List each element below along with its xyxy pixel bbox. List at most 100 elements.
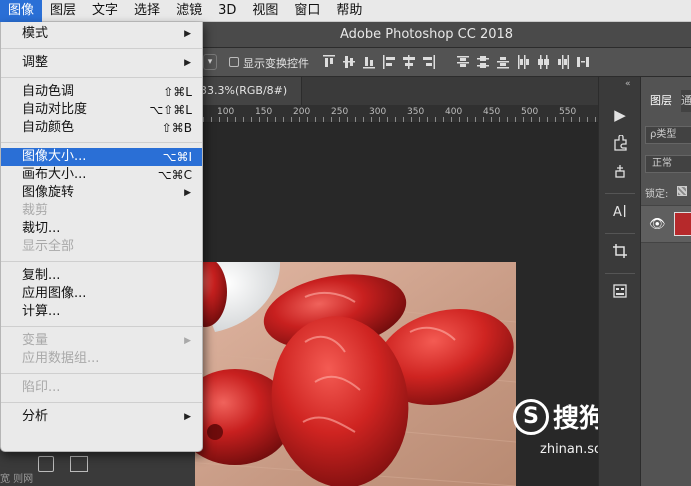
- character-icon[interactable]: A: [607, 199, 633, 223]
- menu-item-image-size[interactable]: 图像大小... ⌥⌘I: [1, 148, 202, 166]
- menu-item-label: 图像大小...: [22, 149, 87, 164]
- document-tab[interactable]: 33.3%(RGB/8#): [195, 77, 302, 105]
- menu-item-crop: 裁剪: [1, 202, 202, 220]
- menu-item-canvas-size[interactable]: 画布大小... ⌥⌘C: [1, 166, 202, 184]
- submenu-arrow-icon: ▶: [184, 336, 191, 346]
- menu-item-trim[interactable]: 裁切...: [1, 220, 202, 238]
- distribute-vcenter-icon[interactable]: [476, 54, 490, 70]
- align-bottom-icon[interactable]: [362, 54, 376, 70]
- horizontal-ruler: 100 150 200 250 300 350 400 450 500 550: [195, 105, 598, 123]
- distribute-top-icon[interactable]: [456, 54, 470, 70]
- crop-icon[interactable]: [607, 239, 633, 263]
- menu-separator: [1, 142, 202, 143]
- ruler-label: 300: [369, 107, 387, 117]
- tab-channels[interactable]: 通: [681, 90, 691, 112]
- menu-item-label: 自动对比度: [22, 102, 88, 117]
- menu-item-apply-image[interactable]: 应用图像...: [1, 285, 202, 303]
- align-right-icon[interactable]: [422, 54, 436, 70]
- menu-separator: [1, 402, 202, 403]
- menu-shortcut: ⌥⇧⌘L: [149, 103, 192, 117]
- menu-separator: [1, 326, 202, 327]
- collapse-panels-icon[interactable]: «: [625, 79, 631, 89]
- menu-item-calculations[interactable]: 计算...: [1, 303, 202, 321]
- clone-source-icon[interactable]: [607, 159, 633, 183]
- align-top-icon[interactable]: [322, 54, 336, 70]
- tab-layers[interactable]: 图层: [641, 90, 681, 112]
- align-vcenter-icon[interactable]: [342, 54, 356, 70]
- menu-item-label: 陷印...: [22, 380, 61, 395]
- menu-separator: [1, 373, 202, 374]
- menu-shortcut: ⌥⌘I: [162, 150, 192, 164]
- svg-text:A: A: [613, 205, 622, 219]
- menu-item-label: 裁剪: [22, 203, 49, 218]
- ruler-label: 100: [217, 107, 235, 117]
- mac-menubar: 图像 图层 文字 选择 滤镜 3D 视图 窗口 帮助: [0, 0, 691, 22]
- menu-item-analysis[interactable]: 分析 ▶: [1, 408, 202, 426]
- blend-mode-select[interactable]: 正常: [645, 155, 691, 173]
- document-tab-label: 33.3%(RGB/8#): [200, 84, 288, 97]
- align-hcenter-icon[interactable]: [402, 54, 416, 70]
- menu-item-variables: 变量 ▶: [1, 332, 202, 350]
- distribute-hcenter-icon[interactable]: [536, 54, 550, 70]
- distribute-left-icon[interactable]: [516, 54, 530, 70]
- submenu-arrow-icon: ▶: [184, 58, 191, 68]
- layer-row[interactable]: 👁: [641, 205, 691, 243]
- properties-icon[interactable]: [607, 279, 633, 303]
- quick-mask-icon[interactable]: [38, 456, 54, 472]
- menu-shortcut: ⇧⌘L: [163, 85, 192, 99]
- ruler-label: 150: [255, 107, 273, 117]
- distribute-right-icon[interactable]: [556, 54, 570, 70]
- show-transform-controls-label: 显示变换控件: [243, 57, 309, 70]
- play-icon[interactable]: ▶: [607, 103, 633, 127]
- menubar-item-select[interactable]: 选择: [126, 0, 168, 22]
- menubar-item-view[interactable]: 视图: [244, 0, 286, 22]
- menu-separator: [1, 77, 202, 78]
- menubar-item-3d[interactable]: 3D: [210, 0, 244, 22]
- menu-item-auto-color[interactable]: 自动颜色 ⇧⌘B: [1, 119, 202, 137]
- menubar-item-type[interactable]: 文字: [84, 0, 126, 22]
- menu-item-apply-data-set: 应用数据组...: [1, 350, 202, 368]
- menu-shortcut: ⇧⌘B: [161, 121, 192, 135]
- menu-item-label: 应用数据组...: [22, 351, 100, 366]
- puzzle-icon[interactable]: [607, 131, 633, 155]
- menu-item-label: 调整: [22, 55, 49, 70]
- menu-item-label: 复制...: [22, 268, 61, 283]
- menu-item-mode[interactable]: 模式 ▶: [1, 25, 202, 43]
- submenu-arrow-icon: ▶: [184, 188, 191, 198]
- menubar-item-window[interactable]: 窗口: [286, 0, 328, 22]
- menu-item-auto-contrast[interactable]: 自动对比度 ⌥⇧⌘L: [1, 101, 202, 119]
- menubar-item-help[interactable]: 帮助: [328, 0, 370, 22]
- align-left-icon[interactable]: [382, 54, 396, 70]
- lock-transparency-icon[interactable]: [677, 186, 687, 196]
- distribute-spacing-icon[interactable]: [576, 54, 590, 70]
- menu-item-label: 自动颜色: [22, 120, 75, 135]
- menu-item-label: 裁切...: [22, 221, 61, 236]
- ruler-label: 200: [293, 107, 311, 117]
- submenu-arrow-icon: ▶: [184, 412, 191, 422]
- canvas-photo[interactable]: [185, 262, 516, 486]
- app-title: Adobe Photoshop CC 2018: [340, 27, 514, 42]
- lock-label: 锁定:: [645, 189, 669, 200]
- menubar-item-filter[interactable]: 滤镜: [168, 0, 210, 22]
- menu-item-reveal-all: 显示全部: [1, 238, 202, 256]
- ruler-label: 250: [331, 107, 349, 117]
- menubar-item-layer[interactable]: 图层: [42, 0, 84, 22]
- menubar-item-image[interactable]: 图像: [0, 0, 43, 22]
- menu-item-label: 图像旋转: [22, 185, 75, 200]
- distribute-bottom-icon[interactable]: [496, 54, 510, 70]
- menu-item-label: 显示全部: [22, 239, 75, 254]
- panel-icons-column: « ▶ A: [598, 77, 640, 486]
- menu-item-auto-tone[interactable]: 自动色调 ⇧⌘L: [1, 83, 202, 101]
- eye-icon[interactable]: 👁: [649, 217, 666, 232]
- screen-mode-icon[interactable]: [70, 456, 88, 472]
- auto-select-dropdown[interactable]: ▾: [203, 54, 217, 70]
- show-transform-controls-checkbox[interactable]: [229, 57, 239, 67]
- layers-panel: 图层 通 ρ类型 正常 锁定: 👁: [640, 77, 691, 486]
- layer-filter-search[interactable]: ρ类型: [645, 126, 691, 144]
- menu-item-duplicate[interactable]: 复制...: [1, 267, 202, 285]
- menu-separator: [1, 261, 202, 262]
- menu-item-adjustments[interactable]: 调整 ▶: [1, 54, 202, 72]
- menu-item-image-rotation[interactable]: 图像旋转 ▶: [1, 184, 202, 202]
- ruler-label: 450: [483, 107, 501, 117]
- menu-item-label: 分析: [22, 409, 49, 424]
